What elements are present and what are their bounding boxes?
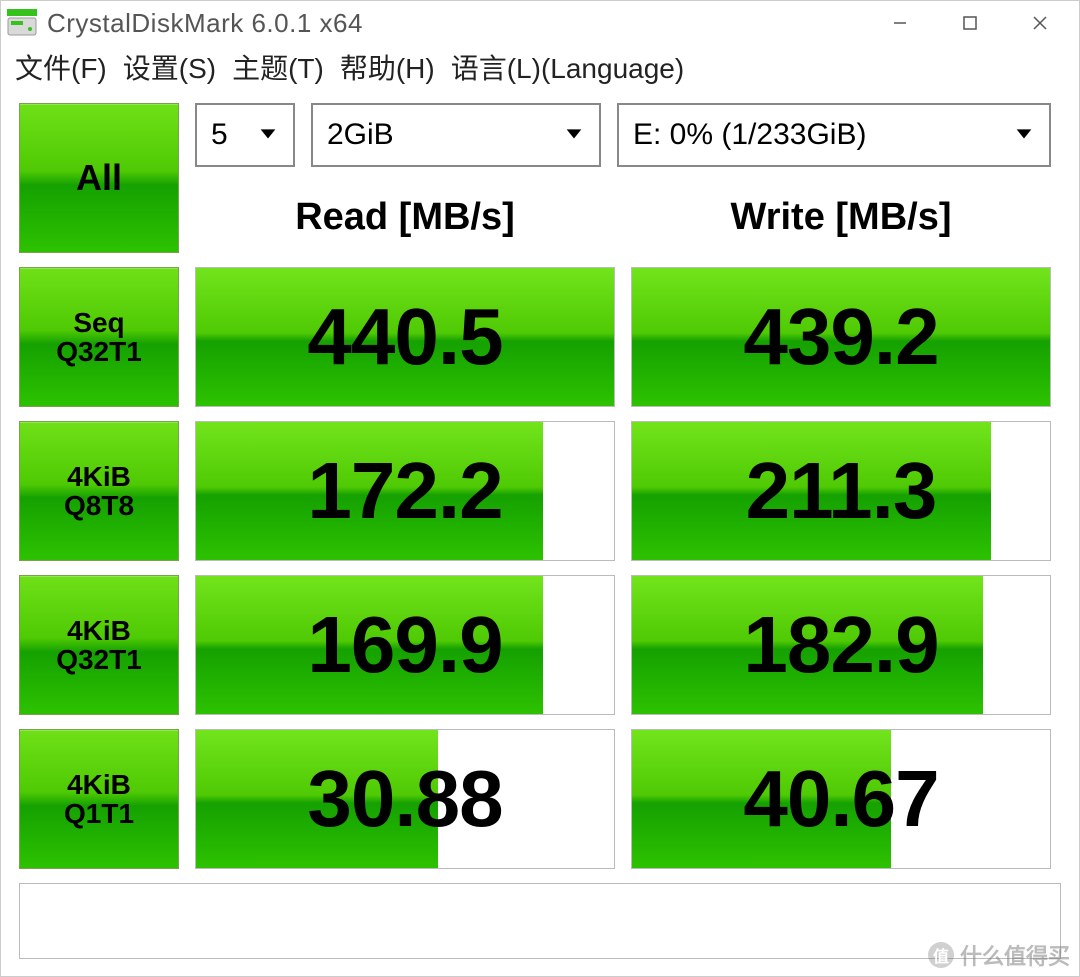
write-seq-q32t1-cell: 439.2 [631, 267, 1051, 407]
row-label: 4KiB [67, 616, 131, 645]
watermark-text: 什么值得买 [960, 939, 1070, 971]
drive-dropdown[interactable]: E: 0% (1/233GiB) [617, 103, 1051, 167]
run-all-label: All [76, 157, 122, 199]
write-4kib-q1t1-cell: 40.67 [631, 729, 1051, 869]
result-value: 211.3 [746, 445, 937, 537]
column-header-write: Write [MB/s] [631, 181, 1051, 253]
size-dropdown-value: 2GiB [327, 118, 394, 152]
row-label: 4KiB [67, 462, 131, 491]
app-window: CrystalDiskMark 6.0.1 x64 文件(F) 设置(S) 主题… [0, 0, 1080, 977]
row-label: Q32T1 [56, 337, 142, 366]
result-value: 439.2 [743, 291, 938, 383]
content: All 5 2GiB E: 0% (1/233GiB) [1, 89, 1079, 971]
size-dropdown[interactable]: 2GiB [311, 103, 601, 167]
chevron-down-icon [1013, 118, 1035, 152]
menu-theme[interactable]: 主题(T) [228, 45, 328, 89]
run-seq-q32t1-button[interactable]: Seq Q32T1 [19, 267, 179, 407]
read-4kib-q1t1-cell: 30.88 [195, 729, 615, 869]
settings-row: 5 2GiB E: 0% (1/233GiB) [195, 103, 1051, 167]
read-seq-q32t1-cell: 440.5 [195, 267, 615, 407]
chevron-down-icon [563, 118, 585, 152]
maximize-button[interactable] [935, 1, 1005, 45]
drive-dropdown-value: E: 0% (1/233GiB) [633, 118, 866, 152]
menu-language[interactable]: 语言(L)(Language) [447, 45, 688, 89]
close-button[interactable] [1005, 1, 1075, 45]
run-4kib-q8t8-button[interactable]: 4KiB Q8T8 [19, 421, 179, 561]
column-header-read: Read [MB/s] [195, 181, 615, 253]
read-4kib-q32t1-cell: 169.9 [195, 575, 615, 715]
comment-box[interactable] [19, 883, 1061, 959]
chevron-down-icon [257, 118, 279, 152]
row-label: Q32T1 [56, 645, 142, 674]
menubar: 文件(F) 设置(S) 主题(T) 帮助(H) 语言(L)(Language) [1, 45, 1079, 89]
result-value: 182.9 [743, 599, 938, 691]
row-label: Q8T8 [64, 491, 134, 520]
row-label: 4KiB [67, 770, 131, 799]
result-value: 172.2 [307, 445, 502, 537]
menu-settings[interactable]: 设置(S) [119, 45, 220, 89]
watermark: 值 什么值得买 [928, 939, 1070, 971]
run-4kib-q1t1-button[interactable]: 4KiB Q1T1 [19, 729, 179, 869]
write-4kib-q32t1-cell: 182.9 [631, 575, 1051, 715]
row-label: Seq [73, 308, 124, 337]
row-label: Q1T1 [64, 799, 134, 828]
watermark-icon: 值 [928, 942, 954, 968]
result-value: 169.9 [307, 599, 502, 691]
result-value: 440.5 [307, 291, 502, 383]
run-4kib-q32t1-button[interactable]: 4KiB Q32T1 [19, 575, 179, 715]
app-icon [7, 7, 39, 39]
minimize-button[interactable] [865, 1, 935, 45]
result-value: 40.67 [743, 753, 938, 845]
runs-dropdown[interactable]: 5 [195, 103, 295, 167]
run-all-button[interactable]: All [19, 103, 179, 253]
titlebar: CrystalDiskMark 6.0.1 x64 [1, 1, 1079, 45]
menu-file[interactable]: 文件(F) [11, 45, 111, 89]
runs-dropdown-value: 5 [211, 118, 228, 152]
window-title: CrystalDiskMark 6.0.1 x64 [47, 8, 363, 39]
result-grid: All 5 2GiB E: 0% (1/233GiB) [19, 103, 1061, 869]
result-value: 30.88 [307, 753, 502, 845]
write-4kib-q8t8-cell: 211.3 [631, 421, 1051, 561]
menu-help[interactable]: 帮助(H) [336, 45, 439, 89]
read-4kib-q8t8-cell: 172.2 [195, 421, 615, 561]
